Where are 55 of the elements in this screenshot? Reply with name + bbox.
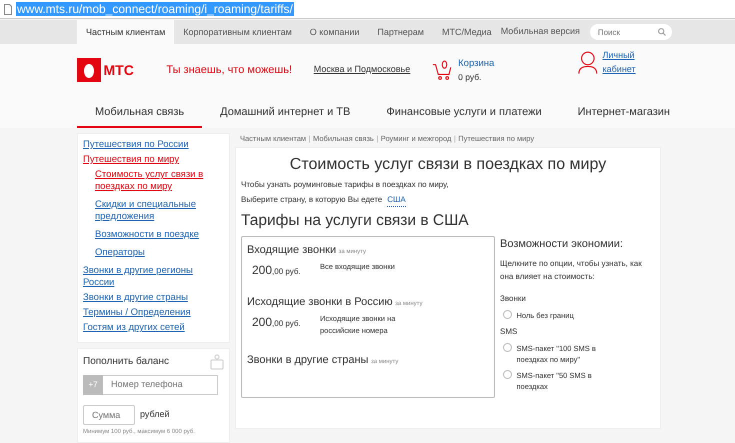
option-group-label: Звонки (500, 293, 527, 306)
tariff-price: 200,00 руб. (252, 314, 302, 331)
section-title: Тарифы на услуги связи в США (241, 212, 470, 231)
region-link[interactable]: Москва и Подмосковье (314, 63, 432, 77)
main-nav-tab[interactable]: Финансовые услуги и платежи (368, 98, 560, 128)
page-title: Стоимость услуг связи в поездках по миру (288, 155, 608, 174)
sidebar-link[interactable]: Возможности в поездке (95, 229, 224, 241)
sidebar-link[interactable]: Операторы (95, 247, 224, 259)
tariff-title: Исходящие звонки в Россию (247, 296, 393, 308)
radio-button[interactable] (502, 310, 512, 320)
search-field[interactable]: Поиск (590, 24, 672, 40)
sidebar-link[interactable]: Путешествия по миру (83, 154, 224, 166)
amount-field[interactable]: Сумма (83, 405, 135, 425)
country-link[interactable]: США (387, 194, 406, 207)
logo-text[interactable]: МТС (104, 60, 134, 80)
person-icon[interactable] (578, 49, 598, 75)
cart-icon[interactable] (432, 58, 454, 82)
sidebar-link[interactable]: Звонки в другие регионы России (83, 265, 224, 289)
nav-tab[interactable]: Частным клиентам (77, 20, 174, 44)
nav-tab[interactable]: Корпоративным клиентам (174, 20, 301, 44)
slogan: Ты знаешь, что можешь! (166, 62, 294, 78)
cart-link[interactable]: Корзина (458, 56, 578, 71)
sidebar-link[interactable]: Стоимость услуг связи в поездках по миру (95, 169, 224, 193)
main-nav-tab[interactable]: Домашний интернет и ТВ (202, 98, 368, 128)
tariff-price: 200,00 руб. (252, 262, 302, 279)
radio-button[interactable] (502, 343, 512, 352)
sidebar-link[interactable]: Термины / Определения (83, 307, 224, 319)
sidebar-link[interactable]: Гостям из других сетей (83, 322, 224, 334)
cart-amount: 0 руб. (458, 70, 482, 84)
tariff-title: Входящие звонки (247, 244, 336, 256)
savings-title: Возможности экономии: (500, 236, 624, 252)
search-icon[interactable] (658, 28, 666, 36)
phone-prefix: +7 (83, 375, 103, 395)
sidebar-link[interactable]: Путешествия по России (83, 139, 224, 151)
page-icon (4, 4, 12, 14)
savings-hint: Щелкните по опции, чтобы узнать, как она влияет на стоимость: (500, 258, 643, 284)
main-nav-tab[interactable]: Интернет-магазин (560, 98, 688, 128)
mobile-version-link[interactable]: Мобильная версия (500, 25, 580, 39)
phone-field[interactable]: Номер телефона (103, 375, 218, 395)
radio-button[interactable] (502, 370, 512, 380)
currency-label: рублей (140, 408, 170, 422)
wallet-icon (210, 354, 224, 370)
main-nav-tab[interactable]: Мобильная связь (77, 98, 202, 128)
nav-tab[interactable]: Партнерам (368, 20, 433, 44)
country-prompt: Выберите страну, в которую Вы едете (241, 194, 382, 206)
sidebar-link[interactable]: Звонки в другие страны (83, 292, 224, 304)
option-group-label: SMS (500, 326, 518, 338)
logo-icon[interactable] (77, 58, 101, 82)
account-link[interactable]: Личный кабинет (602, 49, 663, 76)
balance-title: Пополнить баланс (83, 355, 169, 369)
tariff-title: Звонки в другие страны (247, 354, 368, 366)
nav-tab[interactable]: МТС/Медиа (433, 20, 501, 44)
nav-tab[interactable]: О компании (300, 20, 368, 44)
sidebar-link[interactable]: Скидки и специальные предложения (95, 199, 224, 223)
intro-text: Чтобы узнать роуминговые тарифы в поездках по миру, (241, 179, 450, 192)
